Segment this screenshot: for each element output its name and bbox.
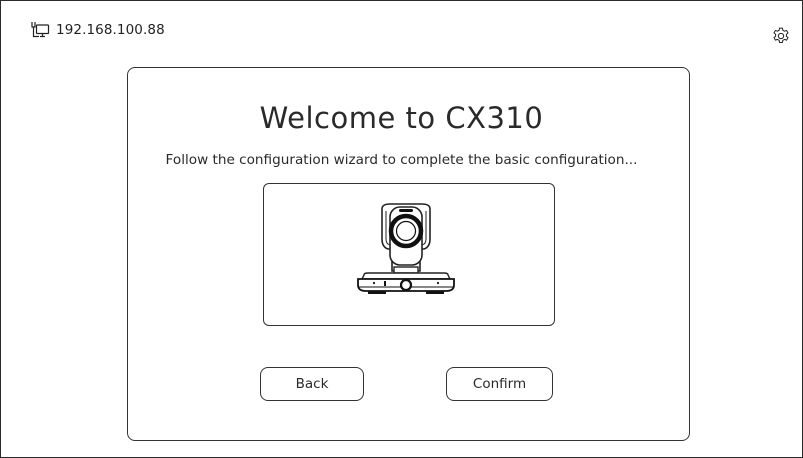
back-button[interactable]: Back xyxy=(260,367,364,401)
wizard-subtitle: Follow the configuration wizard to compl… xyxy=(165,152,638,168)
confirm-button[interactable]: Confirm xyxy=(446,367,553,401)
app-screen: 192.168.100.88 Welcome to CX310 Follow t… xyxy=(0,0,803,458)
network-monitor-icon xyxy=(31,22,50,38)
wizard-title: Welcome to CX310 xyxy=(259,101,544,135)
ptz-camera-illustration xyxy=(357,203,455,294)
gear-icon[interactable] xyxy=(771,26,791,46)
top-bar: 192.168.100.88 xyxy=(1,1,802,43)
ip-address: 192.168.100.88 xyxy=(56,22,165,38)
network-status: 192.168.100.88 xyxy=(30,21,165,39)
